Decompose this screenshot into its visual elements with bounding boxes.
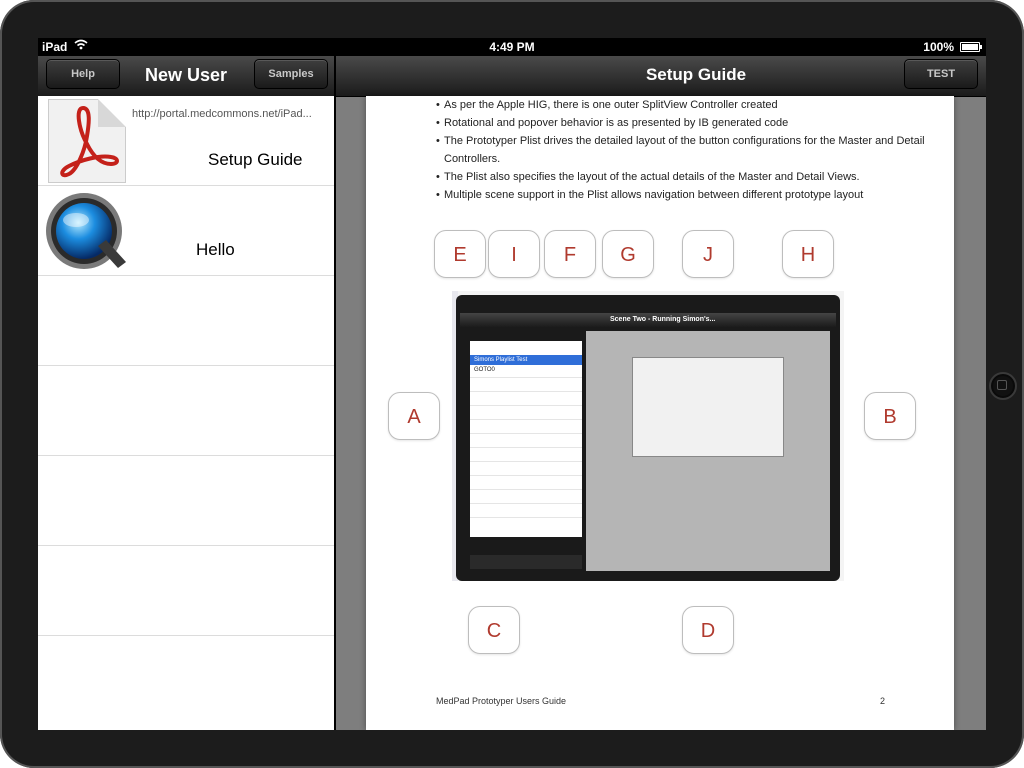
item-title: Hello bbox=[196, 240, 235, 259]
screenshot-row: GOTO0 bbox=[470, 367, 582, 378]
home-button[interactable] bbox=[989, 372, 1017, 400]
bullet-item: Rotational and popover behavior is as pr… bbox=[436, 114, 936, 132]
screenshot-row bbox=[470, 493, 582, 504]
screenshot-detail bbox=[586, 331, 830, 571]
screenshot-navbar: Scene Two - Running Simon's... bbox=[460, 313, 836, 327]
embedded-screenshot: Scene Two - Running Simon's... Simons Pl… bbox=[452, 291, 844, 581]
button-b[interactable]: B bbox=[864, 392, 916, 440]
master-title: New User bbox=[144, 65, 228, 85]
item-title: Setup Guide bbox=[208, 150, 303, 169]
clock: 4:49 PM bbox=[489, 40, 535, 54]
status-bar: iPad 4:49 PM 100% bbox=[38, 38, 986, 56]
battery-percent: 100% bbox=[923, 40, 954, 54]
screenshot-dialog bbox=[632, 357, 784, 457]
bullet-item: Multiple scene support in the Plist allo… bbox=[436, 186, 936, 204]
list-item-empty bbox=[38, 366, 334, 456]
screenshot-row bbox=[470, 479, 582, 490]
screenshot-toolbar bbox=[470, 555, 582, 569]
pdf-icon bbox=[48, 99, 126, 183]
list-item-empty bbox=[38, 456, 334, 546]
test-button[interactable]: TEST bbox=[904, 59, 978, 89]
screenshot-row bbox=[470, 395, 582, 406]
screenshot-selected-row: Simons Playlist Test bbox=[470, 355, 582, 365]
detail-title: Setup Guide bbox=[645, 65, 747, 84]
screenshot-row bbox=[470, 423, 582, 434]
list-item-hello[interactable]: Hello bbox=[38, 186, 334, 276]
button-c[interactable]: C bbox=[468, 606, 520, 654]
list-item-empty bbox=[38, 276, 334, 366]
button-f[interactable]: F bbox=[544, 230, 596, 278]
button-g[interactable]: G bbox=[602, 230, 654, 278]
detail-pane: Setup Guide TEST As per the Apple HIG, t… bbox=[336, 56, 986, 730]
bullet-list: As per the Apple HIG, there is one outer… bbox=[436, 96, 936, 204]
page-footer-title: MedPad Prototyper Users Guide bbox=[436, 696, 567, 706]
document-list: http://portal.medcommons.net/iPad... Set… bbox=[38, 96, 334, 725]
screenshot-row bbox=[470, 437, 582, 448]
button-e[interactable]: E bbox=[434, 230, 486, 278]
screenshot-master: Simons Playlist Test GOTO0 bbox=[470, 341, 582, 537]
screenshot-title: Scene Two - Running Simon's... bbox=[610, 316, 716, 323]
document-page: As per the Apple HIG, there is one outer… bbox=[366, 96, 954, 730]
button-h[interactable]: H bbox=[782, 230, 834, 278]
screenshot-row bbox=[470, 381, 582, 392]
item-url: http://portal.medcommons.net/iPad... bbox=[132, 108, 312, 120]
button-j[interactable]: J bbox=[682, 230, 734, 278]
detail-navbar: Setup Guide TEST bbox=[336, 56, 986, 97]
battery-icon bbox=[960, 42, 982, 52]
list-item-empty bbox=[38, 546, 334, 636]
list-item-setup-guide[interactable]: http://portal.medcommons.net/iPad... Set… bbox=[38, 96, 334, 186]
page-number: 2 bbox=[880, 696, 886, 706]
screenshot-row bbox=[470, 465, 582, 476]
bullet-item: The Plist also specifies the layout of t… bbox=[436, 168, 936, 186]
quicktime-icon bbox=[42, 190, 128, 272]
button-a[interactable]: A bbox=[388, 392, 440, 440]
list-item-empty bbox=[38, 636, 334, 725]
button-d[interactable]: D bbox=[682, 606, 734, 654]
screenshot-device: Scene Two - Running Simon's... Simons Pl… bbox=[456, 295, 840, 581]
bullet-item: As per the Apple HIG, there is one outer… bbox=[436, 96, 936, 114]
master-pane: Help New User Samples http://portal.medc… bbox=[38, 56, 334, 730]
button-i[interactable]: I bbox=[488, 230, 540, 278]
help-button[interactable]: Help bbox=[46, 59, 120, 89]
bullet-item: The Prototyper Plist drives the detailed… bbox=[436, 132, 936, 168]
master-navbar: Help New User Samples bbox=[38, 56, 334, 97]
screenshot-row bbox=[470, 409, 582, 420]
screenshot-row bbox=[470, 451, 582, 462]
screenshot-row bbox=[470, 507, 582, 518]
screen: iPad 4:49 PM 100% Help New User Samples … bbox=[38, 38, 986, 730]
samples-button[interactable]: Samples bbox=[254, 59, 328, 89]
